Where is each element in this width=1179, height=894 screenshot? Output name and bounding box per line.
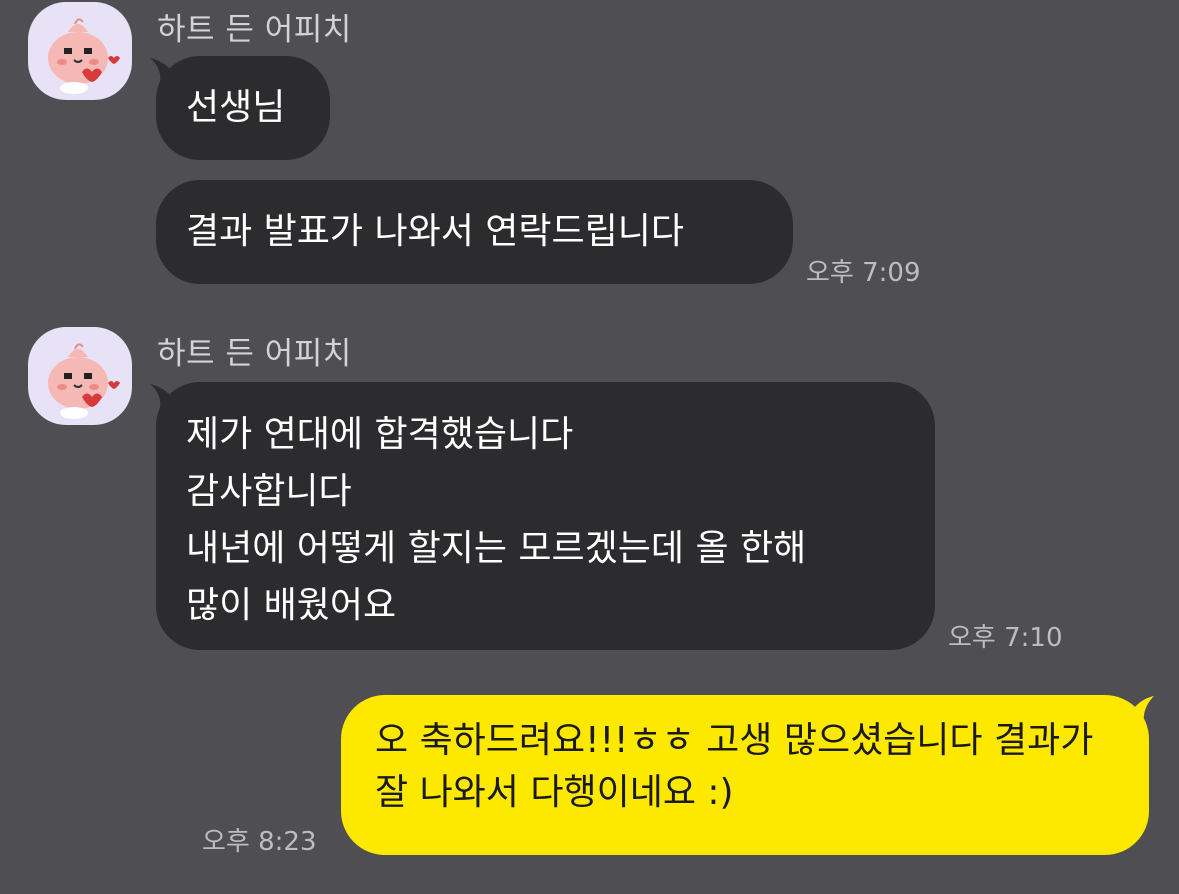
- sender-name: 하트 든 어피치: [157, 12, 352, 48]
- message-timestamp: 오후 8:23: [202, 827, 317, 857]
- message-timestamp: 오후 7:10: [948, 623, 1063, 653]
- message-timestamp: 오후 7:09: [806, 258, 921, 288]
- avatar-apeach-icon[interactable]: [28, 2, 132, 100]
- incoming-message-bubble[interactable]: 선생님: [156, 56, 330, 160]
- bubble-tail: [1128, 696, 1154, 724]
- incoming-message-bubble[interactable]: 제가 연대에 합격했습니다 감사합니다 내년에 어떻게 할지는 모르겠는데 올 …: [156, 382, 935, 650]
- avatar-apeach-icon[interactable]: [28, 327, 132, 425]
- outgoing-message-bubble[interactable]: 오 축하드려요!!!ㅎㅎ 고생 많으셨습니다 결과가 잘 나와서 다행이네요 :…: [341, 695, 1149, 855]
- incoming-message-bubble[interactable]: 결과 발표가 나와서 연락드립니다: [156, 180, 793, 284]
- sender-name: 하트 든 어피치: [157, 336, 352, 372]
